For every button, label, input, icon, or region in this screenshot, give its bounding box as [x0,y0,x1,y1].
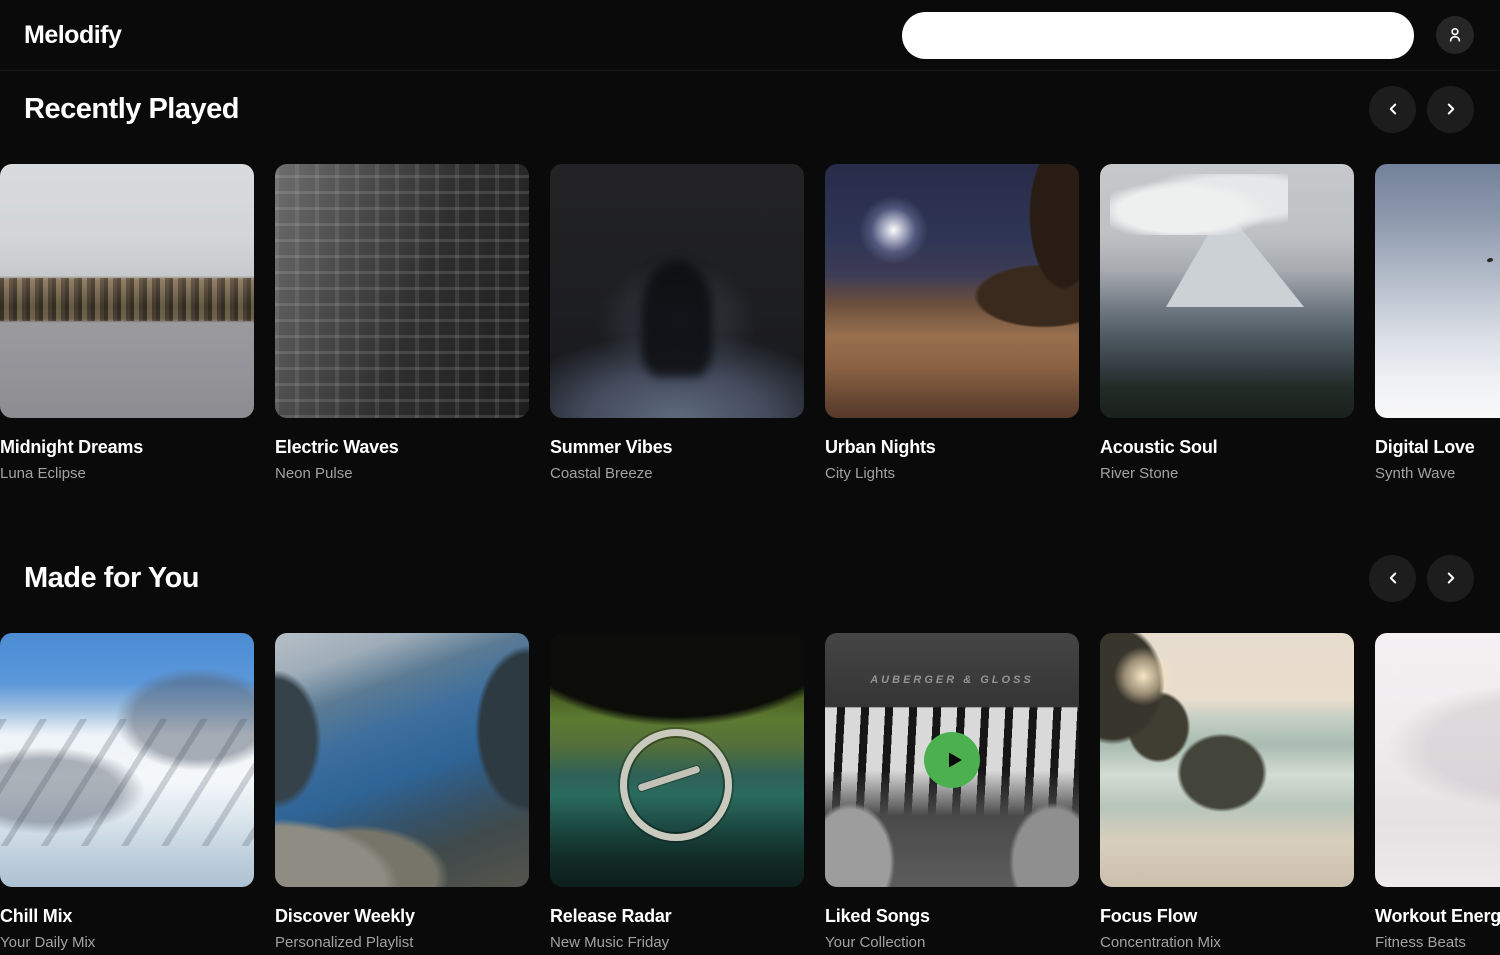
card-row-recently-played: Midnight Dreams Luna Eclipse Electric Wa… [0,164,1500,482]
playlist-card[interactable]: Electric Waves Neon Pulse [275,164,529,482]
card-subtitle: Your Daily Mix [0,934,254,951]
album-art [0,633,254,887]
album-art [275,633,529,887]
card-subtitle: Concentration Mix [1100,934,1354,951]
carousel-prev-button[interactable] [1369,555,1416,602]
app-logo[interactable]: Melodify [24,21,121,50]
card-title: Electric Waves [275,437,529,458]
card-subtitle: Neon Pulse [275,465,529,482]
playlist-card[interactable]: Midnight Dreams Luna Eclipse [0,164,254,482]
album-art: AUBERGER & GLOSS [825,633,1079,887]
playlist-card[interactable]: Discover Weekly Personalized Playlist [275,633,529,951]
chevron-left-icon [1384,100,1402,118]
album-art [1375,164,1500,418]
playlist-card[interactable]: Acoustic Soul River Stone [1100,164,1354,482]
carousel-controls [1369,555,1474,602]
playlist-card[interactable]: Focus Flow Concentration Mix [1100,633,1354,951]
card-title: Liked Songs [825,906,1079,927]
album-art [0,164,254,418]
card-title: Release Radar [550,906,804,927]
carousel-next-button[interactable] [1427,555,1474,602]
play-button[interactable] [924,732,980,788]
search-input[interactable] [902,12,1414,59]
card-subtitle: Personalized Playlist [275,934,529,951]
main-content: Recently Played Midnight Dreams Luna [0,85,1500,951]
card-title: Chill Mix [0,906,254,927]
card-subtitle: City Lights [825,465,1079,482]
card-title: Focus Flow [1100,906,1354,927]
card-subtitle: New Music Friday [550,934,804,951]
album-art [550,633,804,887]
playlist-card[interactable]: AUBERGER & GLOSS Liked Songs Your Collec… [825,633,1079,951]
section-title: Recently Played [24,93,239,126]
section-made-for-you: Made for You Chill Mix Your Daily Mix [0,554,1500,951]
card-subtitle: Fitness Beats [1375,934,1500,951]
album-art [1100,164,1354,418]
card-title: Urban Nights [825,437,1079,458]
playlist-card[interactable]: Release Radar New Music Friday [550,633,804,951]
card-subtitle: Your Collection [825,934,1079,951]
card-title: Acoustic Soul [1100,437,1354,458]
chevron-left-icon [1384,569,1402,587]
playlist-card[interactable]: Digital Love Synth Wave [1375,164,1500,482]
card-title: Discover Weekly [275,906,529,927]
card-subtitle: Synth Wave [1375,465,1500,482]
card-subtitle: Coastal Breeze [550,465,804,482]
card-row-made-for-you: Chill Mix Your Daily Mix Discover Weekly… [0,633,1500,951]
card-subtitle: River Stone [1100,465,1354,482]
playlist-card[interactable]: Urban Nights City Lights [825,164,1079,482]
carousel-prev-button[interactable] [1369,86,1416,133]
playlist-card[interactable]: Chill Mix Your Daily Mix [0,633,254,951]
play-icon [942,748,966,772]
card-title: Workout Energy [1375,906,1500,927]
album-art [550,164,804,418]
chevron-right-icon [1442,100,1460,118]
card-title: Digital Love [1375,437,1500,458]
playlist-card[interactable]: Workout Energy Fitness Beats [1375,633,1500,951]
section-recently-played: Recently Played Midnight Dreams Luna [0,85,1500,482]
piano-brand-text: AUBERGER & GLOSS [825,674,1079,686]
card-title: Summer Vibes [550,437,804,458]
profile-button[interactable] [1436,16,1474,54]
playlist-card[interactable]: Summer Vibes Coastal Breeze [550,164,804,482]
app-header: Melodify [0,0,1500,71]
album-art [275,164,529,418]
carousel-next-button[interactable] [1427,86,1474,133]
card-title: Midnight Dreams [0,437,254,458]
album-art [825,164,1079,418]
album-art [1100,633,1354,887]
album-art [1375,633,1500,887]
carousel-controls [1369,86,1474,133]
user-icon [1445,25,1465,45]
chevron-right-icon [1442,569,1460,587]
card-subtitle: Luna Eclipse [0,465,254,482]
section-title: Made for You [24,562,199,595]
